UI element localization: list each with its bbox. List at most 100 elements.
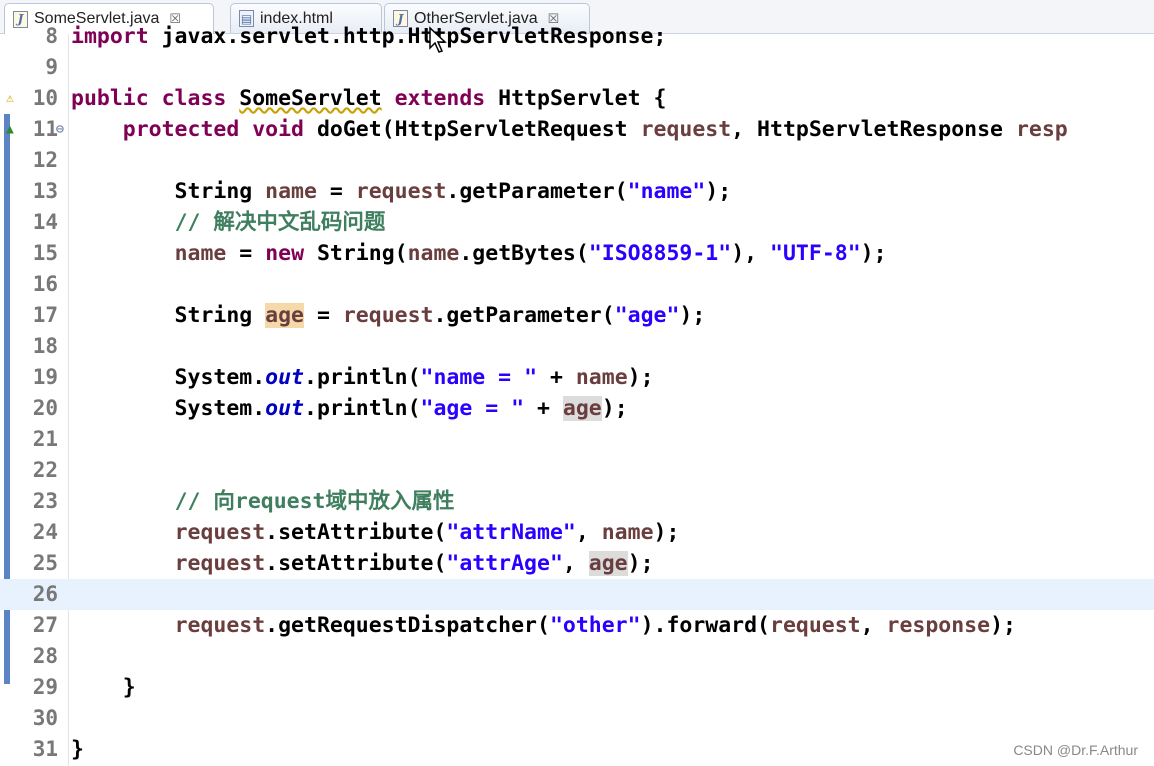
code-token: out	[265, 365, 305, 390]
code-token: String	[71, 303, 266, 328]
code-text: }	[71, 734, 84, 765]
code-editor[interactable]: 8 import javax.servlet.http.HttpServletRe…	[0, 24, 1154, 766]
code-text: System.out.println("age = " + age);	[71, 393, 628, 424]
code-token: response	[886, 613, 991, 638]
code-token: String	[71, 179, 266, 204]
code-line[interactable]: 19 System.out.println("name = " + name);	[0, 362, 1154, 393]
code-token: ,	[860, 613, 887, 638]
code-token: protected void	[122, 117, 317, 142]
line-number: 29	[32, 675, 58, 699]
code-token: resp	[1015, 117, 1068, 142]
code-line[interactable]: 8 import javax.servlet.http.HttpServletRe…	[0, 21, 1154, 52]
line-number: 11	[32, 117, 58, 141]
warning-marker-icon[interactable]: ⚠	[6, 83, 14, 114]
code-line[interactable]: 13 String name = request.getParameter("n…	[0, 176, 1154, 207]
code-token: import	[71, 24, 149, 49]
code-token: .println(	[304, 365, 421, 390]
code-token: age	[588, 551, 628, 576]
code-line[interactable]: 27 request.getRequestDispatcher("other")…	[0, 610, 1154, 641]
code-token: +	[537, 365, 576, 390]
code-token: .setAttribute(	[265, 520, 447, 545]
code-line[interactable]: 21	[0, 424, 1154, 455]
code-text: }	[71, 672, 136, 703]
code-line[interactable]: 18	[0, 331, 1154, 362]
code-line[interactable]: 25 request.setAttribute("attrAge", age);	[0, 548, 1154, 579]
code-line[interactable]: 11 ▲ ⊖ protected void doGet(HttpServletReq…	[0, 114, 1154, 145]
code-line[interactable]: 22	[0, 455, 1154, 486]
code-text: import javax.servlet.http.HttpServletRes…	[71, 21, 666, 52]
code-token: "age"	[614, 303, 680, 328]
code-token: request	[174, 551, 266, 576]
code-token: request	[770, 613, 861, 638]
code-token: =	[316, 179, 356, 204]
code-token: SomeServlet	[239, 86, 382, 111]
code-token: javax.servlet.http.HttpServletResponse;	[148, 24, 667, 49]
line-number: 21	[32, 427, 58, 451]
code-token: .setAttribute(	[265, 551, 447, 576]
line-number: 22	[32, 458, 58, 482]
line-number: 16	[32, 272, 58, 296]
code-line[interactable]: 20 System.out.println("age = " + age);	[0, 393, 1154, 424]
code-line[interactable]: 23 // 向request域中放入属性	[0, 486, 1154, 517]
override-marker-icon[interactable]: ▲	[6, 114, 14, 145]
code-token: "age = "	[420, 396, 525, 421]
code-line[interactable]: 16	[0, 269, 1154, 300]
code-token: request	[355, 179, 447, 204]
code-line[interactable]: 10 ⚠ public class SomeServlet extends Http…	[0, 83, 1154, 114]
line-number: 31	[32, 737, 58, 761]
code-token: ).forward(	[640, 613, 771, 638]
code-token: ,	[575, 520, 602, 545]
line-number: 28	[32, 644, 58, 668]
code-token: ),	[731, 241, 771, 266]
code-token: "ISO8859-1"	[588, 241, 732, 266]
line-number: 25	[32, 551, 58, 575]
code-token: =	[226, 241, 266, 266]
code-token: +	[524, 396, 563, 421]
code-token: // 解决中文乱码问题	[174, 210, 386, 235]
code-line[interactable]: 14 // 解决中文乱码问题	[0, 207, 1154, 238]
code-token: request	[640, 117, 732, 142]
code-line[interactable]: 29 }	[0, 672, 1154, 703]
code-line[interactable]: 12	[0, 145, 1154, 176]
code-token: );	[860, 241, 887, 266]
code-token: name	[601, 520, 654, 545]
code-line[interactable]: 26	[0, 579, 1154, 610]
code-text: System.out.println("name = " + name);	[71, 362, 654, 393]
mouse-cursor-icon	[429, 26, 447, 53]
code-token: "attrAge"	[446, 551, 563, 576]
code-token: "attrName"	[446, 520, 576, 545]
fold-collapse-icon[interactable]: ⊖	[56, 114, 64, 145]
code-token: System.	[71, 396, 266, 421]
code-line[interactable]: 17 String age = request.getParameter("ag…	[0, 300, 1154, 331]
line-number: 12	[32, 148, 58, 172]
code-text: public class SomeServlet extends HttpSer…	[71, 83, 666, 114]
code-line[interactable]: 30	[0, 703, 1154, 734]
code-token: new	[265, 241, 317, 266]
code-token: System.	[71, 365, 266, 390]
code-token: );	[679, 303, 706, 328]
code-token: extends	[381, 86, 499, 111]
code-line[interactable]: 9	[0, 52, 1154, 83]
code-token: "name"	[627, 179, 706, 204]
code-token: public class	[71, 86, 240, 111]
code-token: );	[627, 551, 654, 576]
code-token: ,	[562, 551, 589, 576]
code-token: // 向request域中放入属性	[174, 489, 455, 514]
code-line[interactable]: 28	[0, 641, 1154, 672]
code-line[interactable]: 31}	[0, 734, 1154, 765]
code-line[interactable]: 15 name = new String(name.getBytes("ISO8…	[0, 238, 1154, 269]
code-token: age	[265, 303, 305, 328]
code-line[interactable]: 24 request.setAttribute("attrName", name…	[0, 517, 1154, 548]
code-text: // 向request域中放入属性	[71, 486, 455, 517]
code-token: age	[562, 396, 602, 421]
code-token: request	[174, 613, 266, 638]
line-number: 24	[32, 520, 58, 544]
code-token: .getParameter(	[433, 303, 615, 328]
code-token: "name = "	[420, 365, 538, 390]
code-token: name	[575, 365, 628, 390]
